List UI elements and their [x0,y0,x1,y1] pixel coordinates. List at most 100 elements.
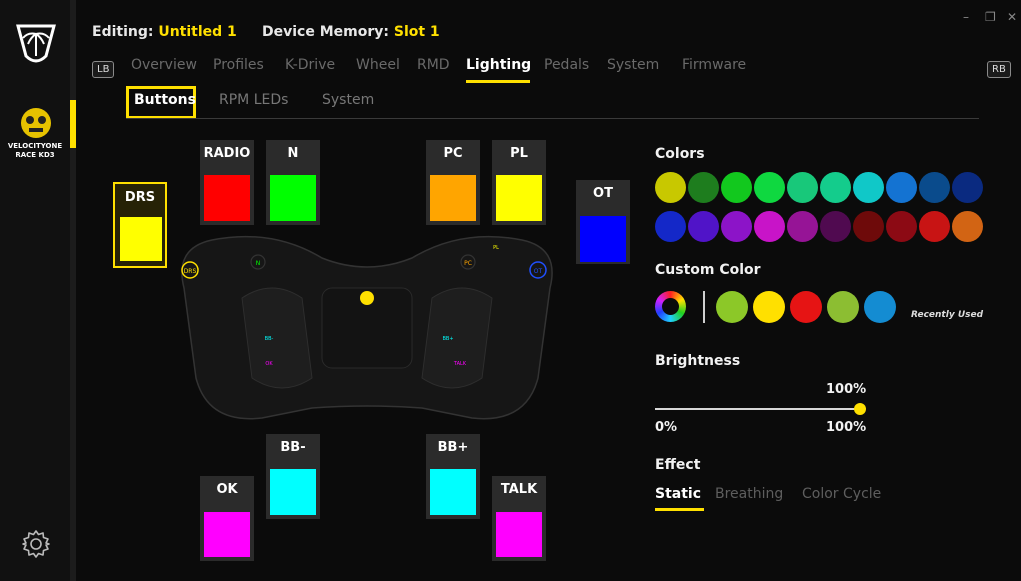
effect-static[interactable]: Static [655,486,701,502]
button-card-drs[interactable]: DRS [113,182,167,268]
button-color-swatch-pl [496,175,542,221]
palette-color-1[interactable] [655,172,686,203]
palette-color-20[interactable] [952,211,983,242]
palette-color-8[interactable] [886,172,917,203]
button-color-swatch-n [270,175,316,221]
tab-profiles[interactable]: Profiles [213,57,264,73]
subtab-rpm-leds[interactable]: RPM LEDs [219,92,288,108]
palette-color-16[interactable] [820,211,851,242]
memory-value: Slot 1 [393,24,440,40]
rb-bumper-hint[interactable]: RB [987,61,1011,78]
device-name-line1: VELOCITYONE [7,142,63,150]
palette-color-3[interactable] [721,172,752,203]
tab-firmware[interactable]: Firmware [682,57,746,73]
palette-color-7[interactable] [853,172,884,203]
device-active-indicator [70,100,76,148]
wheel-label-drs: DRS [184,268,197,275]
palette-color-6[interactable] [820,172,851,203]
subtab-divider [126,118,979,119]
brightness-slider-track[interactable] [655,408,860,410]
close-icon[interactable]: ✕ [1007,10,1017,24]
brightness-max-label: 100% [826,420,867,435]
effect-color-cycle[interactable]: Color Cycle [802,486,881,502]
lb-bumper-hint[interactable]: LB [92,61,115,78]
editing-status: Editing: Untitled 1 [92,24,237,40]
color-wheel-picker-icon[interactable] [655,291,686,322]
button-color-swatch-radio [204,175,250,221]
palette-color-17[interactable] [853,211,884,242]
button-card-talk[interactable]: TALK [492,476,546,561]
brand-logo-icon [16,24,56,63]
tab-overview[interactable]: Overview [131,57,197,73]
palette-color-14[interactable] [754,211,785,242]
effect-title: Effect [655,457,701,473]
steering-wheel-illustration: DRS N PC OT PL BB- BB+ OK TALK [181,235,553,420]
palette-color-18[interactable] [886,211,917,242]
brightness-min-label: 0% [655,420,678,435]
button-label-pl: PL [510,146,528,161]
palette-color-12[interactable] [688,211,719,242]
memory-label: Device Memory: [262,24,389,40]
device-memory-status: Device Memory: Slot 1 [262,24,440,40]
button-label-ot: OT [593,186,613,201]
recent-color-3[interactable] [790,291,822,323]
device-name: VELOCITYONE RACE KD3 [0,142,70,160]
button-color-swatch-ot [580,216,626,262]
tab-k-drive[interactable]: K-Drive [285,57,335,73]
palette-color-2[interactable] [688,172,719,203]
button-card-ot[interactable]: OT [576,180,630,264]
button-label-radio: RADIO [203,146,251,161]
button-label-bb-minus: BB- [280,440,306,455]
palette-color-13[interactable] [721,211,752,242]
subtab-system[interactable]: System [322,92,374,108]
recent-color-4[interactable] [827,291,859,323]
button-card-bb-plus[interactable]: BB+ [426,434,480,519]
button-color-swatch-drs [120,217,162,261]
button-card-bb-minus[interactable]: BB- [266,434,320,519]
palette-color-11[interactable] [655,211,686,242]
brightness-title: Brightness [655,353,741,369]
palette-color-10[interactable] [952,172,983,203]
recent-color-5[interactable] [864,291,896,323]
recently-used-label: Recently Used [911,310,984,320]
button-card-ok[interactable]: OK [200,476,254,561]
sidebar [0,0,70,581]
device-name-line2: RACE KD3 [15,151,55,159]
brightness-slider-thumb[interactable] [854,403,866,415]
button-card-pl[interactable]: PL [492,140,546,225]
tab-lighting[interactable]: Lighting [466,57,531,73]
restore-icon[interactable]: ❐ [985,10,996,24]
settings-gear-icon[interactable] [20,528,52,560]
palette-color-5[interactable] [787,172,818,203]
button-color-swatch-bb-minus [270,469,316,515]
wheel-label-pl: PL [493,245,499,251]
wheel-label-ok: OK [265,361,273,367]
device-tile[interactable]: VELOCITYONE RACE KD3 [0,100,70,180]
recent-color-2[interactable] [753,291,785,323]
palette-color-15[interactable] [787,211,818,242]
effect-active-underline [655,508,704,511]
recent-color-1[interactable] [716,291,748,323]
tab-pedals[interactable]: Pedals [544,57,589,73]
button-label-pc: PC [443,146,463,161]
button-card-pc[interactable]: PC [426,140,480,225]
effect-breathing[interactable]: Breathing [715,486,783,502]
minimize-icon[interactable]: – [963,10,969,24]
palette-color-19[interactable] [919,211,950,242]
tab-wheel[interactable]: Wheel [356,57,400,73]
active-tab-underline [466,80,530,83]
sidebar-divider [70,0,76,581]
tab-system[interactable]: System [607,57,659,73]
tab-rmd[interactable]: RMD [417,57,450,73]
palette-color-4[interactable] [754,172,785,203]
wheel-label-n: N [256,260,261,267]
colors-title: Colors [655,146,705,162]
button-color-swatch-bb-plus [430,469,476,515]
button-label-drs: DRS [124,190,156,205]
button-card-n[interactable]: N [266,140,320,225]
button-card-radio[interactable]: RADIO [200,140,254,225]
button-label-bb-plus: BB+ [437,440,469,455]
subtab-buttons[interactable]: Buttons [134,92,196,108]
button-label-ok: OK [216,482,238,497]
palette-color-9[interactable] [919,172,950,203]
